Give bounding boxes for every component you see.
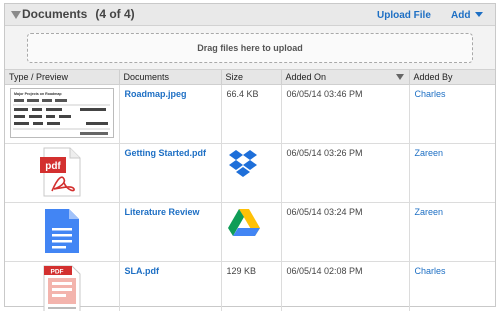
user-link[interactable]: Zareen [415, 148, 444, 158]
preview-cell [5, 201, 120, 262]
added-by-cell: Charles [408, 260, 495, 311]
added-on-cell: 06/05/14 03:46 PM [280, 83, 410, 144]
document-link[interactable]: Roadmap.jpeg [125, 89, 187, 99]
preview-cell: pdf [5, 142, 120, 203]
added-by-cell: Zareen [408, 201, 495, 262]
upload-area: Drag files here to upload [5, 26, 495, 70]
table-row[interactable]: Literature Review 06/05/14 03:24 PM Zare… [5, 201, 495, 262]
document-count: (4 of 4) [95, 7, 135, 21]
pdf-icon[interactable]: pdf [39, 147, 84, 197]
added-by-cell: Zareen [408, 142, 495, 203]
documents-panel: Documents (4 of 4) Upload File Add Drag f… [4, 3, 496, 311]
added-on-cell: 06/05/14 03:24 PM [280, 201, 410, 262]
size-cell: 66.4 KB [220, 83, 282, 144]
column-header-added-on[interactable]: Added On [280, 70, 410, 85]
documents-table: Type / Preview Documents Size Added On A… [5, 70, 495, 311]
document-name-cell: SLA.pdf [118, 260, 222, 311]
pdf-thumbnail[interactable]: PDF [40, 265, 84, 311]
added-on-cell: 06/05/14 03:26 PM [280, 142, 410, 203]
user-link[interactable]: Charles [415, 266, 446, 276]
size-cell [220, 142, 282, 203]
pdf-badge: PDF [50, 268, 63, 275]
document-name-cell: Getting Started.pdf [118, 142, 222, 203]
column-header-added-by[interactable]: Added By [408, 70, 495, 85]
document-link[interactable]: Getting Started.pdf [125, 148, 207, 158]
add-label: Add [451, 10, 471, 21]
panel-title: Documents (4 of 4) [22, 7, 135, 21]
google-doc-icon[interactable] [42, 206, 82, 256]
size-cell [220, 201, 282, 262]
column-header-type[interactable]: Type / Preview [5, 70, 120, 85]
upload-file-link[interactable]: Upload File [377, 10, 431, 21]
dropbox-icon [228, 149, 257, 177]
file-dropzone[interactable]: Drag files here to upload [27, 33, 473, 63]
collapse-arrow-icon[interactable] [11, 11, 21, 19]
pdf-label: pdf [45, 161, 61, 172]
added-by-cell: Charles [408, 83, 495, 144]
column-header-added-on-label: Added On [285, 71, 327, 82]
preview-cell: PDF [5, 260, 120, 311]
table-row[interactable]: PDF SLA.pdf 129 KB 06/05/14 02:08 PM Cha… [5, 260, 495, 311]
panel-header: Documents (4 of 4) Upload File Add [5, 4, 495, 26]
image-thumbnail[interactable]: Major Projects on Roadmap [9, 87, 114, 138]
add-dropdown[interactable]: Add [451, 10, 484, 21]
column-header-documents[interactable]: Documents [118, 70, 222, 85]
google-drive-icon [227, 208, 260, 236]
document-name-cell: Literature Review [118, 201, 222, 262]
document-name-cell: Roadmap.jpeg [118, 83, 222, 144]
user-link[interactable]: Zareen [415, 207, 444, 217]
thumbnail-heading: Major Projects on Roadmap [14, 92, 62, 96]
user-link[interactable]: Charles [415, 89, 446, 99]
table-row[interactable]: pdf Getting Started.pdf 06/05/14 03:26 P… [5, 142, 495, 203]
sort-descending-icon [395, 74, 404, 80]
panel-title-label: Documents [22, 7, 88, 21]
document-link[interactable]: SLA.pdf [125, 266, 160, 276]
column-header-size[interactable]: Size [220, 70, 282, 85]
document-link[interactable]: Literature Review [125, 207, 200, 217]
size-cell: 129 KB [220, 260, 282, 311]
chevron-down-icon [475, 12, 484, 17]
table-header-row: Type / Preview Documents Size Added On A… [5, 70, 495, 85]
added-on-cell: 06/05/14 02:08 PM [280, 260, 410, 311]
preview-cell: Major Projects on Roadmap [5, 83, 120, 144]
table-row[interactable]: Major Projects on Roadmap Roadmap.jpeg 6… [5, 83, 495, 144]
